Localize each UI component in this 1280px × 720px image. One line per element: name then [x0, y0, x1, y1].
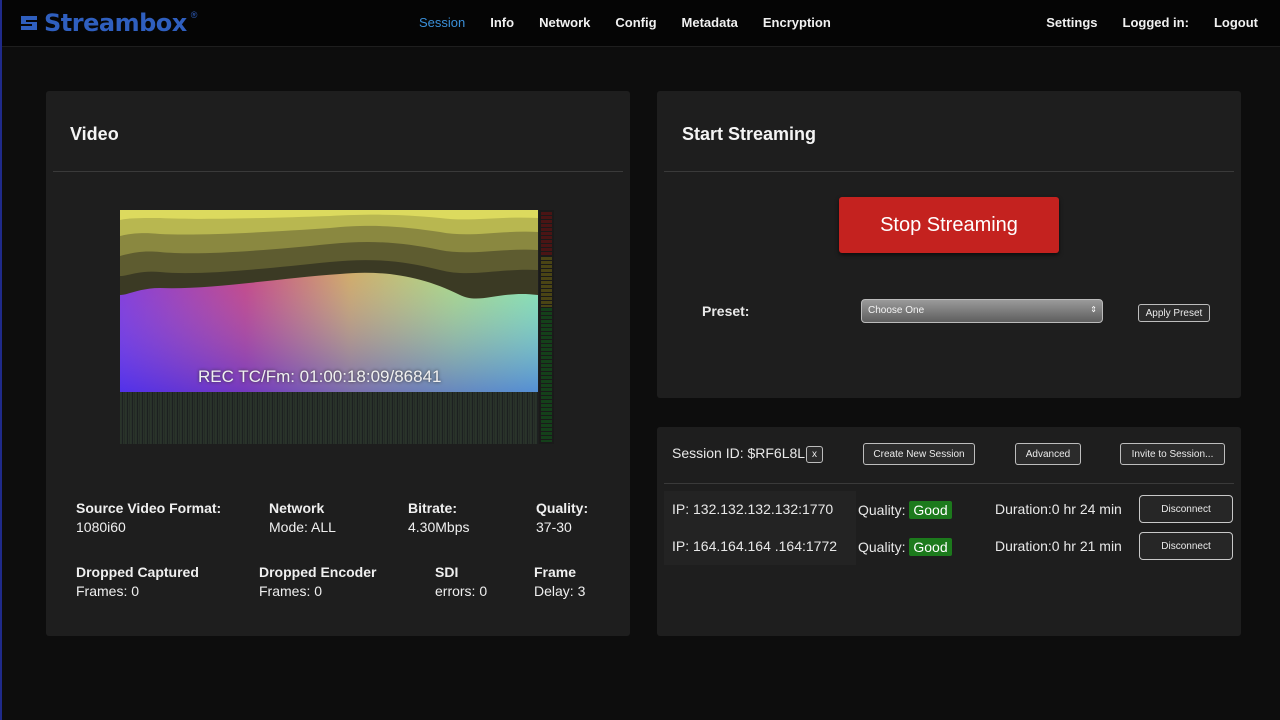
- stat-label: Network: [269, 500, 325, 516]
- connection-ip: IP: 132.132.132.132:1770: [672, 501, 834, 517]
- quality-label: Quality:: [858, 502, 906, 518]
- nav-tab-info[interactable]: Info: [490, 15, 514, 30]
- stat-label: Bitrate:: [408, 500, 458, 516]
- stat-dropped-encoder: Dropped Encoder Frames: 0: [259, 563, 376, 601]
- main-nav: Session Info Network Config Metadata Enc…: [419, 15, 856, 30]
- meter-segment-yellow: [541, 257, 552, 307]
- quality-label: Quality:: [858, 539, 906, 555]
- stat-label: Quality:: [536, 500, 589, 516]
- stat-network-mode: Network Mode: ALL: [269, 499, 336, 537]
- streambox-logo-icon: [21, 16, 37, 30]
- preset-label: Preset:: [702, 303, 750, 319]
- nav-tab-session[interactable]: Session: [419, 15, 465, 30]
- stat-label: Frame: [534, 564, 577, 580]
- stat-label: SDI: [435, 564, 459, 580]
- audio-level-meter: [539, 210, 554, 444]
- stat-value: Delay: 3: [534, 583, 586, 599]
- user-nav: Settings Logged in: Logout: [1021, 15, 1258, 30]
- stat-value: 1080i60: [76, 519, 126, 535]
- streambox-logo[interactable]: Streambox ®: [18, 9, 197, 37]
- connection-row: IP: 164.164.164 .164:1772: [672, 538, 837, 554]
- disconnect-button[interactable]: Disconnect: [1139, 495, 1233, 523]
- connection-quality: Quality: Good: [858, 501, 952, 519]
- stat-dropped-captured: Dropped Captured Frames: 0: [76, 563, 199, 601]
- connection-duration: Duration:0 hr 21 min: [995, 538, 1122, 554]
- nav-tab-config[interactable]: Config: [615, 15, 656, 30]
- clear-session-button[interactable]: x: [806, 446, 823, 463]
- streaming-panel-title: Start Streaming: [682, 124, 817, 144]
- meter-segment-red: [541, 212, 552, 256]
- logout-link[interactable]: Logout: [1214, 15, 1258, 30]
- stat-frame-delay: Frame Delay: 3: [534, 563, 585, 601]
- video-panel-title: Video: [70, 124, 119, 144]
- stat-quality: Quality: 37-30: [536, 499, 588, 537]
- stop-streaming-button[interactable]: Stop Streaming: [839, 197, 1059, 253]
- top-navbar: Streambox ® Session Info Network Config …: [2, 0, 1280, 47]
- invite-to-session-button[interactable]: Invite to Session...: [1120, 443, 1225, 465]
- settings-link[interactable]: Settings: [1046, 15, 1097, 30]
- stat-value: Frames: 0: [259, 583, 323, 599]
- session-panel-divider: [664, 483, 1234, 484]
- disconnect-button[interactable]: Disconnect: [1139, 532, 1233, 560]
- nav-tab-network[interactable]: Network: [539, 15, 590, 30]
- stat-label: Dropped Captured: [76, 564, 199, 580]
- timecode-overlay: REC TC/Fm: 01:00:18:09/86841: [198, 367, 442, 386]
- streaming-panel-divider: [664, 171, 1234, 172]
- connection-duration: Duration:0 hr 24 min: [995, 501, 1122, 517]
- stat-value: 4.30Mbps: [408, 519, 470, 535]
- advanced-button[interactable]: Advanced: [1015, 443, 1081, 465]
- nav-tab-metadata[interactable]: Metadata: [682, 15, 738, 30]
- audio-waveform: [120, 392, 538, 444]
- chevron-updown-icon: ⇕: [1090, 305, 1097, 314]
- quality-status-badge: Good: [909, 501, 952, 519]
- create-new-session-button[interactable]: Create New Session: [863, 443, 975, 465]
- connection-row: IP: 132.132.132.132:1770: [672, 501, 833, 517]
- logged-in-label: Logged in:: [1122, 15, 1189, 30]
- stat-value: errors: 0: [435, 583, 488, 599]
- stat-value: 37-30: [536, 519, 572, 535]
- nav-tab-encryption[interactable]: Encryption: [763, 15, 831, 30]
- stat-label: Source Video Format:: [76, 500, 222, 516]
- logo-text: Streambox: [44, 9, 187, 37]
- stat-sdi-errors: SDI errors: 0: [435, 563, 487, 601]
- preset-select[interactable]: Choose One ⇕: [861, 299, 1103, 323]
- connection-ip: IP: 164.164.164 .164:1772: [672, 538, 838, 554]
- quality-status-badge: Good: [909, 538, 952, 556]
- stat-source-format: Source Video Format: 1080i60: [76, 499, 221, 537]
- connection-quality: Quality: Good: [858, 538, 952, 556]
- video-panel-divider: [53, 171, 623, 172]
- logo-registered-mark: ®: [190, 10, 198, 20]
- stat-label: Dropped Encoder: [259, 564, 377, 580]
- apply-preset-button[interactable]: Apply Preset: [1138, 304, 1210, 322]
- stat-value: Mode: ALL: [269, 519, 336, 535]
- stat-value: Frames: 0: [76, 583, 140, 599]
- session-id: Session ID: $RF6L8L: [672, 445, 806, 461]
- meter-segment-green: [541, 308, 552, 442]
- video-preview: [120, 210, 538, 392]
- stat-bitrate: Bitrate: 4.30Mbps: [408, 499, 469, 537]
- preset-selected-value: Choose One: [868, 305, 925, 316]
